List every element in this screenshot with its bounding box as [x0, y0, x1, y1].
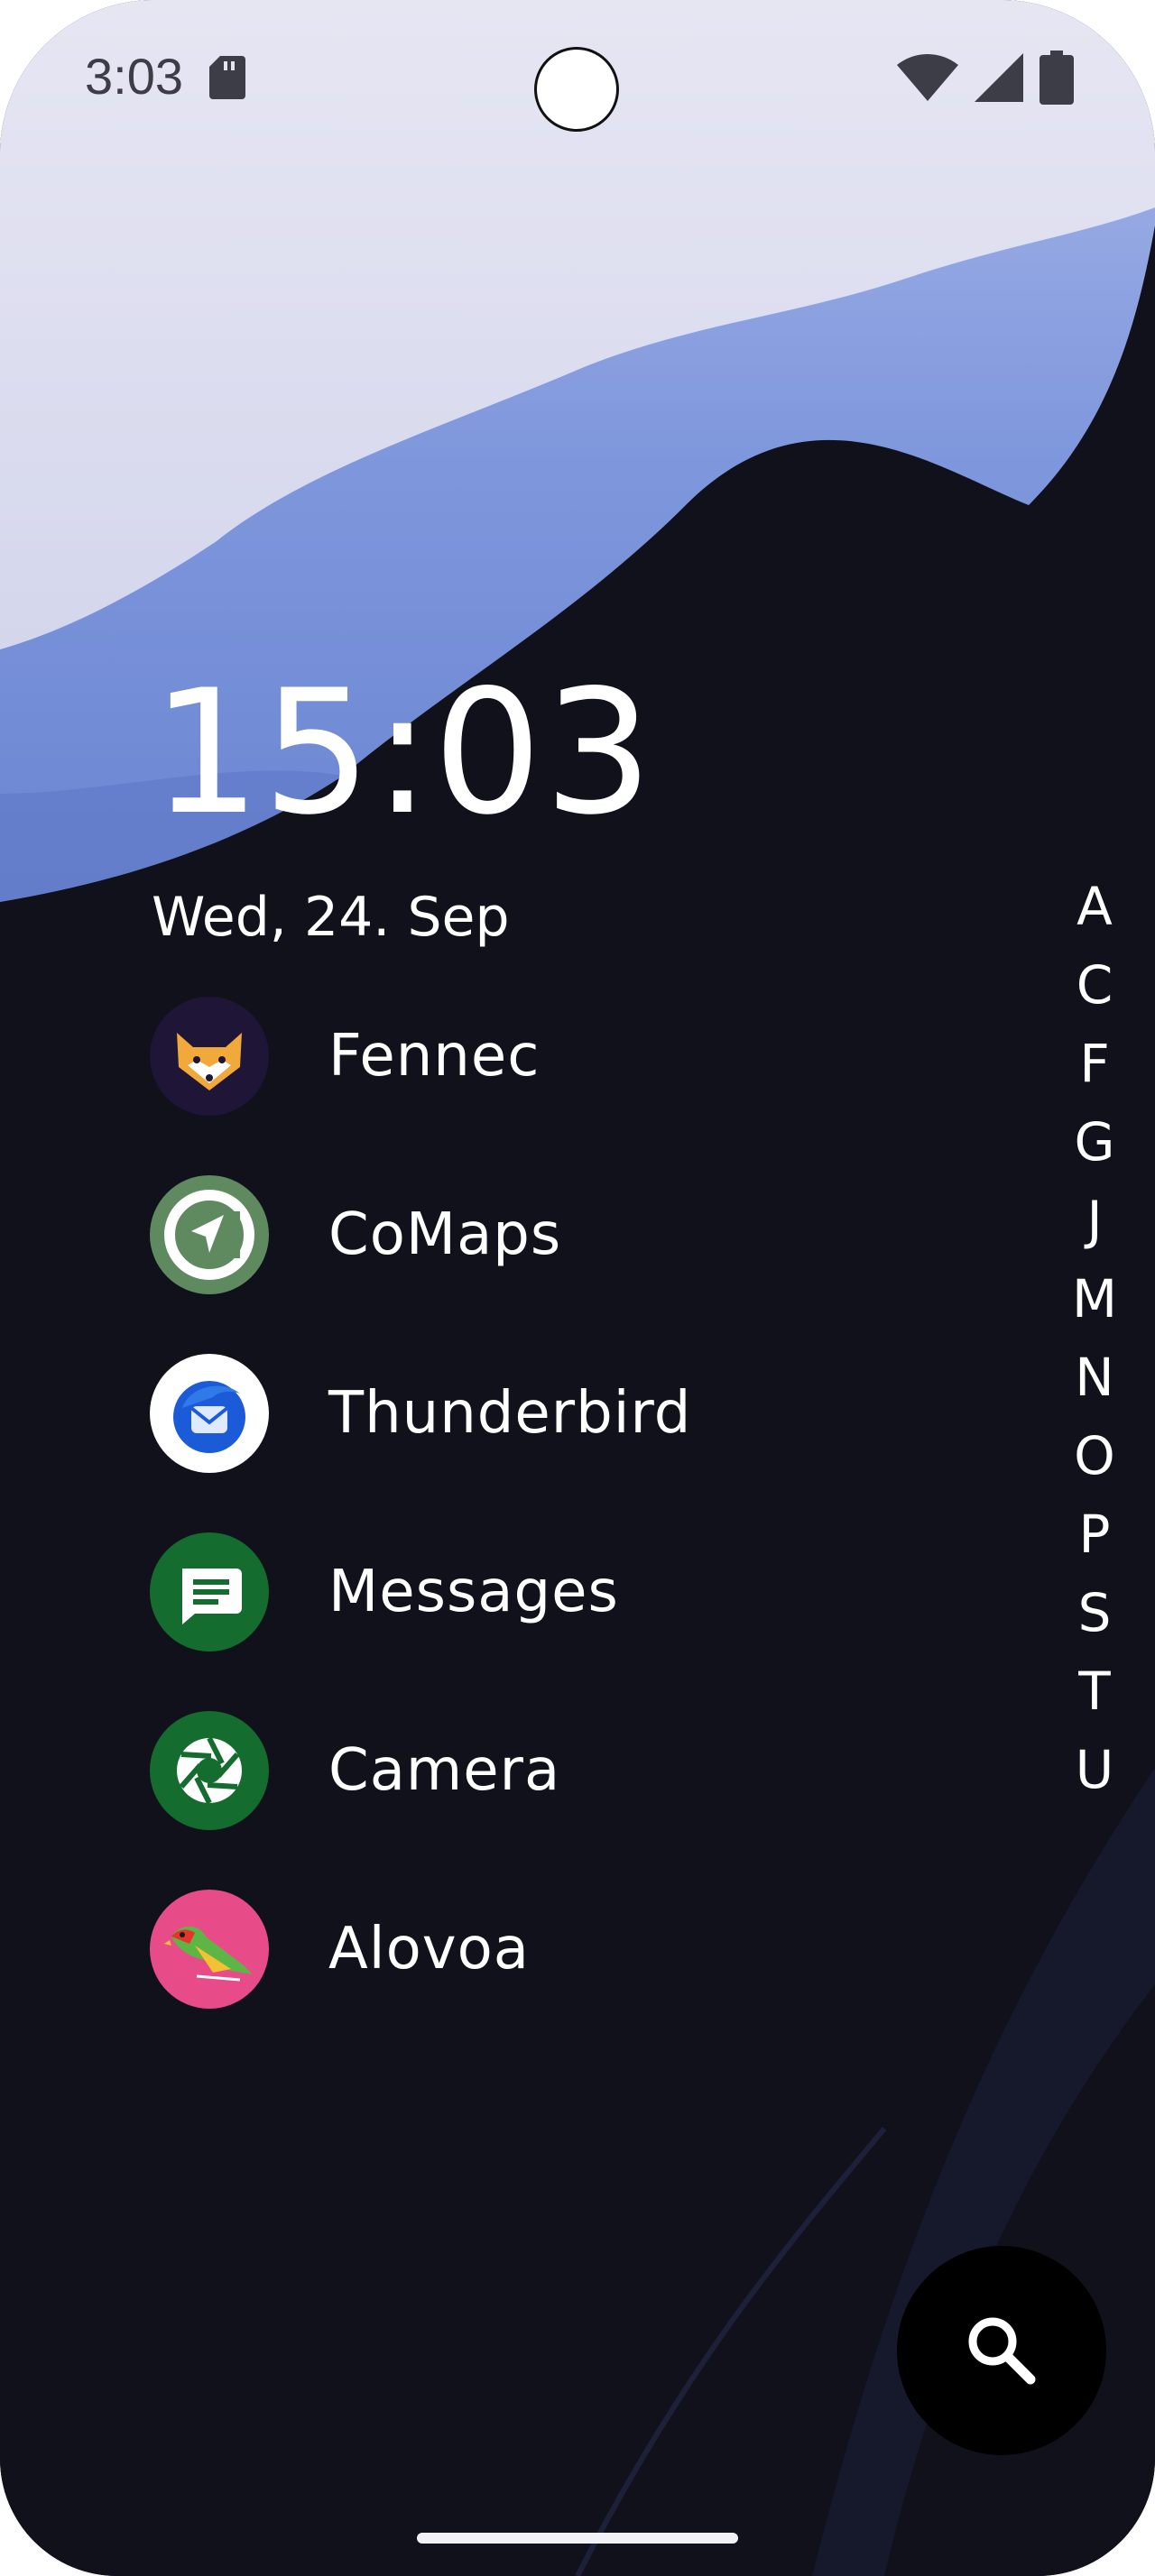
index-letter-u[interactable]: U [1076, 1731, 1113, 1809]
alphabet-index[interactable]: A C F G J M N O P S T U [1065, 868, 1124, 1809]
clock-date[interactable]: Wed, 24. Sep [152, 886, 510, 949]
index-letter-o[interactable]: O [1074, 1417, 1115, 1495]
search-button[interactable] [897, 2246, 1106, 2455]
index-letter-c[interactable]: C [1076, 946, 1113, 1025]
app-item-camera[interactable]: Camera [150, 1710, 781, 1831]
cell-signal-icon [975, 53, 1023, 102]
camera-icon [150, 1711, 269, 1830]
status-icons [897, 51, 1074, 105]
app-label-comaps: CoMaps [328, 1201, 562, 1268]
search-icon [968, 2317, 1036, 2385]
sd-card-icon [209, 56, 245, 99]
index-letter-p[interactable]: P [1079, 1495, 1111, 1574]
index-letter-g[interactable]: G [1075, 1103, 1115, 1182]
app-item-messages[interactable]: Messages [150, 1532, 781, 1652]
app-label-alovoa: Alovoa [328, 1916, 530, 1983]
app-item-thunderbird[interactable]: Thunderbird [150, 1353, 781, 1474]
app-label-fennec: Fennec [328, 1023, 541, 1090]
index-letter-m[interactable]: M [1072, 1260, 1117, 1339]
index-letter-f[interactable]: F [1079, 1025, 1109, 1103]
fennec-icon [150, 997, 269, 1116]
clock-time[interactable]: 15:03 [152, 667, 655, 839]
index-letter-s[interactable]: S [1078, 1574, 1112, 1652]
index-letter-a[interactable]: A [1076, 868, 1113, 946]
index-letter-t[interactable]: T [1078, 1652, 1110, 1731]
status-bar-time: 3:03 [85, 48, 183, 105]
index-letter-j[interactable]: J [1086, 1182, 1102, 1260]
battery-icon [1040, 51, 1074, 105]
messages-icon [150, 1532, 269, 1651]
app-label-thunderbird: Thunderbird [328, 1380, 692, 1447]
app-item-comaps[interactable]: CoMaps [150, 1174, 781, 1295]
gesture-home-bar[interactable] [417, 2533, 738, 2544]
camera-cutout [534, 47, 619, 132]
index-letter-n[interactable]: N [1075, 1339, 1113, 1417]
app-item-alovoa[interactable]: Alovoa [150, 1889, 781, 2010]
comaps-icon [150, 1175, 269, 1294]
app-label-camera: Camera [328, 1737, 561, 1804]
thunderbird-icon [150, 1354, 269, 1473]
app-item-fennec[interactable]: Fennec [150, 996, 781, 1117]
alovoa-icon [150, 1890, 269, 2009]
wifi-icon [897, 54, 958, 101]
home-screen: 3:03 15:03 Wed, 24. Sep Fennec CoMaps Th… [0, 0, 1155, 2576]
app-label-messages: Messages [328, 1559, 619, 1625]
